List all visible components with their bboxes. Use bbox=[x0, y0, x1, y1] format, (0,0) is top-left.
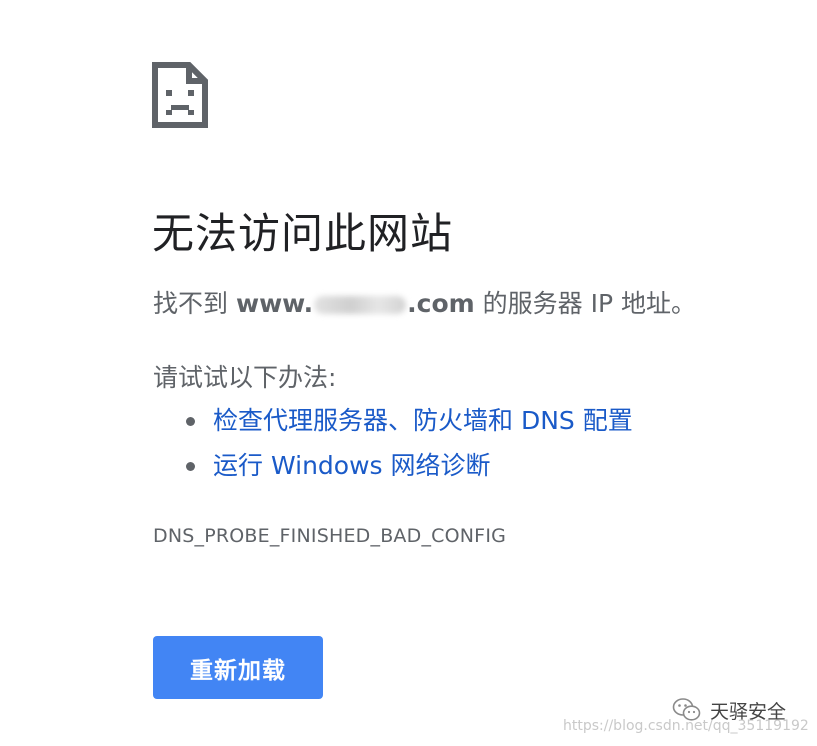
bullet-icon bbox=[186, 417, 195, 426]
list-item: 运行 Windows 网络诊断 bbox=[153, 445, 633, 490]
message-prefix: 找不到 bbox=[153, 289, 229, 318]
domain-prefix: www. bbox=[235, 289, 314, 318]
page-title: 无法访问此网站 bbox=[152, 209, 454, 258]
redacted-domain bbox=[314, 296, 407, 314]
list-item: 检查代理服务器、防火墙和 DNS 配置 bbox=[153, 400, 633, 445]
domain-name: www. .com bbox=[236, 289, 475, 318]
suggestions-list: 检查代理服务器、防火墙和 DNS 配置 运行 Windows 网络诊断 bbox=[153, 400, 633, 490]
sad-document-icon bbox=[152, 62, 208, 128]
run-network-diagnostics-link[interactable]: 运行 Windows 网络诊断 bbox=[213, 451, 491, 480]
suggestions-heading: 请试试以下办法: bbox=[153, 363, 337, 392]
check-proxy-firewall-dns-link[interactable]: 检查代理服务器、防火墙和 DNS 配置 bbox=[213, 406, 633, 435]
reload-button[interactable]: 重新加载 bbox=[153, 636, 323, 699]
error-message: 找不到 www. .com 的服务器 IP 地址。 bbox=[153, 284, 696, 320]
bullet-icon bbox=[186, 462, 195, 471]
error-code: DNS_PROBE_FINISHED_BAD_CONFIG bbox=[153, 525, 507, 547]
message-suffix: 的服务器 IP 地址。 bbox=[482, 289, 696, 318]
url-watermark: https://blog.csdn.net/qq_35119192 bbox=[563, 718, 809, 734]
domain-suffix: .com bbox=[407, 289, 475, 318]
